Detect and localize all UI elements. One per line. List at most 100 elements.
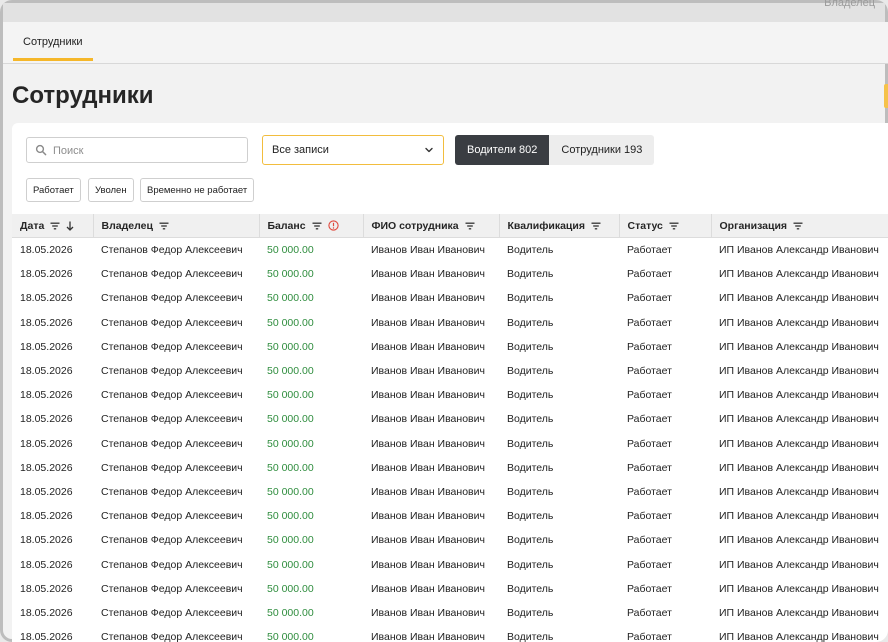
table-row[interactable]: 18.05.2026 Степанов Федор Алексеевич 50 00… [12,601,888,625]
cell-employee-name: Иванов Иван Иванович [371,485,485,498]
table-row[interactable]: 18.05.2026 Степанов Федор Алексеевич 50 00… [12,480,888,504]
table-row[interactable]: 18.05.2026 Степанов Федор Алексеевич 50 00… [12,552,888,576]
table-row[interactable]: 18.05.2026 Степанов Федор Алексеевич 50 00… [12,311,888,335]
cell-status: Работает [627,437,672,450]
table-row[interactable]: 18.05.2026 Степанов Федор Алексеевич 50 00… [12,456,888,480]
column-header-date[interactable]: Дата [12,214,94,238]
column-header-inner: Баланс [268,220,339,232]
cell-qualification: Водитель [507,413,554,426]
table-row[interactable]: 18.05.2026 Степанов Федор Алексеевич 50 00… [12,238,888,263]
table-row[interactable]: 18.05.2026 Степанов Федор Алексеевич 50 00… [12,407,888,431]
chip-fired[interactable]: Уволен [88,178,134,202]
column-header-status[interactable]: Статус [619,214,712,238]
cell-status: Работает [627,461,672,474]
cell-status: Работает [627,534,672,547]
cell-date: 18.05.2026 [20,340,73,353]
chevron-down-icon [425,147,433,153]
cell-organization: ИП Иванов Александр Иванович [719,268,879,281]
cell-organization: ИП Иванов Александр Иванович [719,365,879,378]
cell-date: 18.05.2026 [20,582,73,595]
cell-owner: Степанов Федор Алексеевич [101,340,243,353]
filter-icon[interactable] [591,222,601,230]
cell-qualification: Водитель [507,292,554,305]
column-header-label: Статус [627,219,663,232]
column-header-organization[interactable]: Организация [711,214,888,238]
cell-balance: 50 000.00 [267,582,314,595]
cell-owner: Степанов Федор Алексеевич [101,292,243,305]
segment-drivers[interactable]: Водители 802 [455,135,550,165]
cell-date: 18.05.2026 [20,292,73,305]
info-icon[interactable] [327,220,339,231]
column-header-balance[interactable]: Баланс [259,214,364,238]
cell-employee-name: Иванов Иван Иванович [371,316,485,329]
chip-working[interactable]: Работает [26,178,81,202]
cell-date: 18.05.2026 [20,631,73,642]
table-row[interactable]: 18.05.2026 Степанов Федор Алексеевич 50 00… [12,577,888,601]
search-input[interactable] [51,141,245,161]
filter-icon[interactable] [159,222,169,230]
column-header-qualification[interactable]: Квалификация [499,214,620,238]
cell-organization: ИП Иванов Александр Иванович [719,606,879,619]
cell-balance: 50 000.00 [267,631,314,642]
column-header-label: Квалификация [507,219,585,232]
cell-qualification: Водитель [507,244,554,257]
records-select[interactable]: Все записи [262,135,444,165]
cell-employee-name: Иванов Иван Иванович [371,413,485,426]
cell-date: 18.05.2026 [20,437,73,450]
segment-employees[interactable]: Сотрудники 193 [549,135,655,165]
employees-table-wrap: Дата Владелец Баланс ФИО сотрудника Квалифик… [12,214,888,642]
table-row[interactable]: 18.05.2026 Степанов Федор Алексеевич 50 00… [12,262,888,286]
cell-qualification: Водитель [507,534,554,547]
cell-date: 18.05.2026 [20,534,73,547]
cell-owner: Степанов Федор Алексеевич [101,485,243,498]
table-row[interactable]: 18.05.2026 Степанов Федор Алексеевич 50 00… [12,383,888,407]
employees-table: Дата Владелец Баланс ФИО сотрудника Квалифик… [12,214,888,642]
cell-date: 18.05.2026 [20,558,73,571]
column-header-inner: Статус [628,220,679,232]
cell-date: 18.05.2026 [20,461,73,474]
owner-link[interactable]: Владелец [824,0,875,9]
filter-icon[interactable] [465,222,475,230]
table-row[interactable]: 18.05.2026 Степанов Федор Алексеевич 50 00… [12,359,888,383]
cell-owner: Степанов Федор Алексеевич [101,631,243,642]
cell-date: 18.05.2026 [20,389,73,402]
cell-employee-name: Иванов Иван Иванович [371,558,485,571]
column-header-label: Баланс [267,219,306,232]
column-header-employee-name[interactable]: ФИО сотрудника [363,214,500,238]
table-row[interactable]: 18.05.2026 Степанов Федор Алексеевич 50 00… [12,625,888,642]
cell-organization: ИП Иванов Александр Иванович [719,389,879,402]
cell-balance: 50 000.00 [267,485,314,498]
cell-organization: ИП Иванов Александр Иванович [719,558,879,571]
cell-status: Работает [627,244,672,257]
search-icon [35,144,47,156]
column-header-inner: ФИО сотрудника [372,220,475,232]
filter-icon[interactable] [50,222,60,230]
table-row[interactable]: 18.05.2026 Степанов Федор Алексеевич 50 00… [12,286,888,310]
cell-organization: ИП Иванов Александр Иванович [719,437,879,450]
cell-date: 18.05.2026 [20,365,73,378]
table-row[interactable]: 18.05.2026 Степанов Федор Алексеевич 50 00… [12,335,888,359]
cell-organization: ИП Иванов Александр Иванович [719,244,879,257]
cell-owner: Степанов Федор Алексеевич [101,365,243,378]
cell-employee-name: Иванов Иван Иванович [371,389,485,402]
cell-organization: ИП Иванов Александр Иванович [719,413,879,426]
top-bar: Владелец [3,0,885,22]
tab-employees[interactable]: Сотрудники [13,36,93,61]
table-row[interactable]: 18.05.2026 Степанов Федор Алексеевич 50 00… [12,504,888,528]
table-row[interactable]: 18.05.2026 Степанов Федор Алексеевич 50 00… [12,528,888,552]
cell-employee-name: Иванов Иван Иванович [371,461,485,474]
cell-status: Работает [627,389,672,402]
column-header-owner[interactable]: Владелец [93,214,260,238]
cell-organization: ИП Иванов Александр Иванович [719,510,879,523]
filter-icon[interactable] [312,222,322,230]
cell-employee-name: Иванов Иван Иванович [371,437,485,450]
filter-icon[interactable] [669,222,679,230]
cell-date: 18.05.2026 [20,268,73,281]
cell-employee-name: Иванов Иван Иванович [371,365,485,378]
cell-organization: ИП Иванов Александр Иванович [719,534,879,547]
table-row[interactable]: 18.05.2026 Степанов Федор Алексеевич 50 00… [12,432,888,456]
filter-icon[interactable] [793,222,803,230]
cell-date: 18.05.2026 [20,413,73,426]
sort-arrow-down-icon[interactable] [66,221,74,231]
chip-temporarily-not-working[interactable]: Временно не работает [140,178,255,202]
